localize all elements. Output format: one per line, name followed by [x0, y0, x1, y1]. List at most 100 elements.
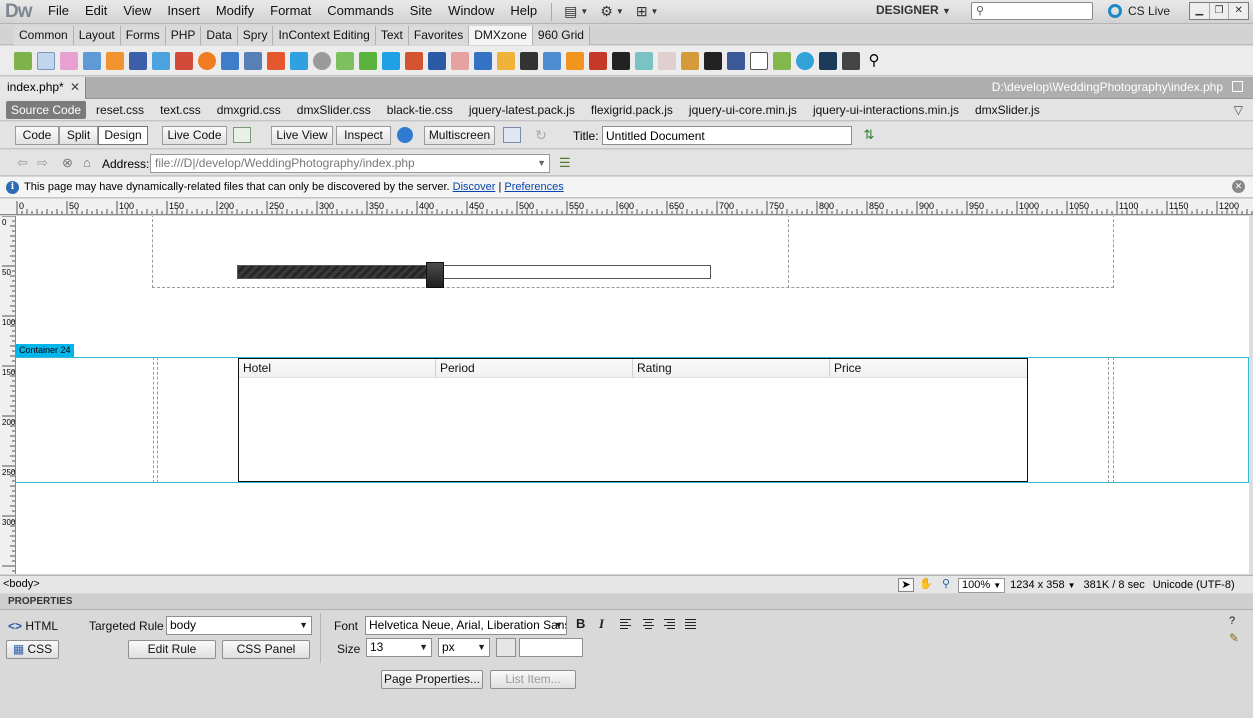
- dmx-folder-icon[interactable]: [681, 51, 699, 70]
- code-view-button[interactable]: Code: [15, 126, 59, 145]
- dmx-widget-icon[interactable]: [14, 51, 32, 70]
- menu-view[interactable]: View: [115, 0, 159, 24]
- related-file[interactable]: black-tie.css: [379, 101, 461, 119]
- color-input[interactable]: [519, 638, 583, 657]
- related-file[interactable]: flexigrid.pack.js: [583, 101, 681, 119]
- close-info-icon[interactable]: ✕: [1232, 180, 1245, 193]
- align-right-icon[interactable]: [664, 619, 675, 629]
- unit-select[interactable]: px ▼: [438, 638, 490, 657]
- cs-live-button[interactable]: CS Live: [1108, 2, 1170, 20]
- insert-tab-spry[interactable]: Spry: [237, 26, 274, 45]
- refresh-icon[interactable]: ↻: [532, 127, 550, 143]
- related-file[interactable]: text.css: [152, 101, 209, 119]
- workspace-switcher[interactable]: DESIGNER ▼: [866, 0, 961, 22]
- check-browser-icon[interactable]: [233, 127, 251, 143]
- related-file[interactable]: dmxSlider.css: [289, 101, 379, 119]
- live-view-button[interactable]: Live View: [271, 126, 333, 145]
- dmx-mail-icon[interactable]: [658, 51, 676, 70]
- help-search-input[interactable]: ⚲: [971, 2, 1093, 20]
- font-size-select[interactable]: 13 ▼: [366, 638, 432, 657]
- layout-menu-icon[interactable]: ▤ ▼: [558, 3, 594, 21]
- pointer-tool-icon[interactable]: ➤: [898, 578, 914, 592]
- related-file[interactable]: jquery-ui-interactions.min.js: [805, 101, 967, 119]
- related-file[interactable]: dmxSlider.js: [967, 101, 1048, 119]
- dmx-chart-icon[interactable]: [336, 51, 354, 70]
- chevron-down-icon[interactable]: ▼: [537, 155, 546, 172]
- menu-modify[interactable]: Modify: [208, 0, 262, 24]
- address-input[interactable]: file:///D|/develop/WeddingPhotography/in…: [150, 154, 550, 173]
- related-file[interactable]: reset.css: [88, 101, 152, 119]
- insert-tab-960grid[interactable]: 960 Grid: [532, 26, 590, 45]
- zoom-tool-icon[interactable]: ⚲: [938, 578, 954, 592]
- dmx-window-icon[interactable]: [428, 51, 446, 70]
- vertical-scrollbar[interactable]: [1249, 216, 1253, 574]
- insert-tab-forms[interactable]: Forms: [120, 26, 166, 45]
- dmx-network-icon[interactable]: [83, 51, 101, 70]
- visual-aids-icon[interactable]: [503, 127, 521, 143]
- back-arrow-icon[interactable]: ⇦: [17, 155, 28, 171]
- dmx-record-icon[interactable]: [451, 51, 469, 70]
- dmx-grid-icon[interactable]: [152, 51, 170, 70]
- site-tree-icon[interactable]: ⊞ ▼: [630, 3, 665, 21]
- justify-icon[interactable]: [685, 619, 696, 629]
- dmx-upload-icon[interactable]: [106, 51, 124, 70]
- insert-tab-common[interactable]: Common: [14, 26, 74, 45]
- menu-commands[interactable]: Commands: [319, 0, 401, 24]
- dmx-gallery-icon[interactable]: [129, 51, 147, 70]
- edit-rule-button[interactable]: Edit Rule: [128, 640, 216, 659]
- home-icon[interactable]: ⌂: [83, 155, 91, 170]
- targeted-rule-select[interactable]: body ▼: [166, 616, 312, 635]
- data-grid[interactable]: Hotel Period Rating Price: [238, 358, 1028, 482]
- insert-tab-php[interactable]: PHP: [165, 26, 202, 45]
- list-item-button[interactable]: List Item...: [490, 670, 576, 689]
- menu-edit[interactable]: Edit: [77, 0, 115, 24]
- dmx-doc-icon[interactable]: [474, 51, 492, 70]
- window-size[interactable]: 1234 x 358 ▼: [1010, 579, 1075, 591]
- page-properties-button[interactable]: Page Properties...: [381, 670, 483, 689]
- insert-tab-favorites[interactable]: Favorites: [408, 26, 470, 45]
- dmx-circle-icon[interactable]: [198, 51, 216, 70]
- filter-icon[interactable]: ▽: [1234, 103, 1243, 117]
- dmx-facebook-icon[interactable]: [727, 51, 745, 70]
- css-panel-button[interactable]: CSS Panel: [222, 640, 310, 659]
- container-label[interactable]: Container 24: [16, 344, 74, 357]
- stop-icon[interactable]: ⊗: [62, 155, 73, 171]
- dmx-audio-icon[interactable]: [313, 51, 331, 70]
- dmx-photo-icon[interactable]: [244, 51, 262, 70]
- live-code-button[interactable]: Live Code: [162, 126, 227, 145]
- quick-tag-editor-icon[interactable]: ✎: [1229, 631, 1239, 645]
- related-file[interactable]: jquery-ui-core.min.js: [681, 101, 805, 119]
- multiscreen-button[interactable]: Multiscreen: [424, 126, 495, 145]
- preferences-link[interactable]: Preferences: [504, 181, 563, 193]
- dmx-checklist-icon[interactable]: [773, 51, 791, 70]
- color-picker[interactable]: [496, 638, 516, 657]
- insert-tab-data[interactable]: Data: [201, 26, 238, 45]
- restore-button[interactable]: ❐: [1210, 3, 1230, 19]
- close-tab-icon[interactable]: ✕: [70, 77, 80, 98]
- related-file[interactable]: jquery-latest.pack.js: [461, 101, 583, 119]
- italic-button[interactable]: I: [599, 616, 604, 632]
- discover-link[interactable]: Discover: [453, 181, 496, 193]
- properties-header[interactable]: PROPERTIES: [0, 594, 1253, 610]
- grid-column-price[interactable]: Price: [830, 359, 1027, 377]
- restore-document-icon[interactable]: [1232, 81, 1243, 92]
- dmx-fullscreen-icon[interactable]: [750, 51, 768, 70]
- minimize-button[interactable]: ▁: [1190, 3, 1210, 19]
- insert-tab-dmxzone[interactable]: DMXzone: [469, 26, 533, 45]
- zoom-select[interactable]: 100% ▼: [958, 577, 1006, 593]
- insert-tab-layout[interactable]: Layout: [73, 26, 121, 45]
- dmx-edit-icon[interactable]: [37, 51, 55, 70]
- forward-arrow-icon[interactable]: ⇨: [37, 155, 48, 171]
- dmx-slider-icon[interactable]: [382, 51, 400, 70]
- menu-format[interactable]: Format: [262, 0, 319, 24]
- grid-column-period[interactable]: Period: [436, 359, 633, 377]
- slider-handle[interactable]: [426, 262, 444, 288]
- menu-file[interactable]: File: [40, 0, 77, 24]
- css-mode-button[interactable]: ▦ CSS: [6, 640, 59, 659]
- menu-window[interactable]: Window: [440, 0, 502, 24]
- menu-help[interactable]: Help: [502, 0, 545, 24]
- insert-tab-incontext[interactable]: InContext Editing: [273, 26, 376, 45]
- preview-globe-icon[interactable]: [397, 127, 413, 143]
- menu-site[interactable]: Site: [402, 0, 440, 24]
- insert-tab-text[interactable]: Text: [375, 26, 409, 45]
